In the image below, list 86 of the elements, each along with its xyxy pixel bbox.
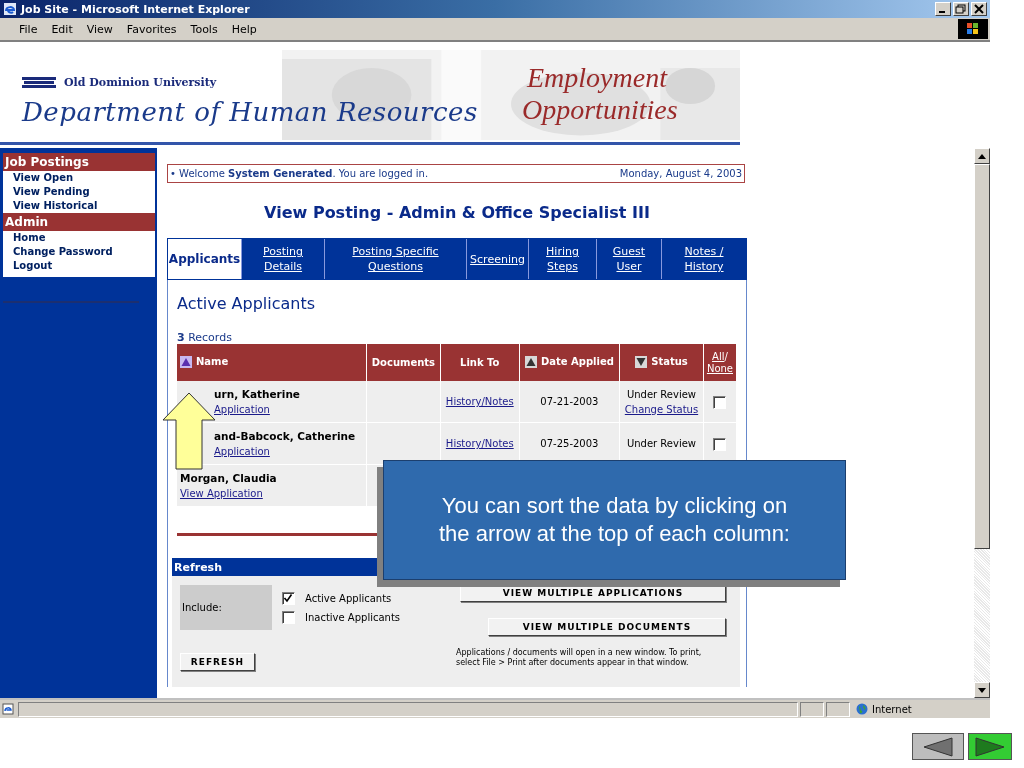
zone-text: Internet xyxy=(872,703,912,715)
column-header[interactable]: Status xyxy=(619,344,704,381)
banner-heading: Employment xyxy=(527,62,669,94)
close-icon xyxy=(972,3,986,15)
windows-logo-icon xyxy=(958,19,988,39)
row-checkbox[interactable] xyxy=(713,437,727,451)
scrollbar[interactable] xyxy=(974,148,990,698)
sort-down-icon[interactable] xyxy=(635,355,648,368)
select-all-link[interactable]: All xyxy=(712,350,725,362)
date-text: Monday, August 4, 2003 xyxy=(619,168,742,179)
next-slide-button[interactable] xyxy=(968,733,1012,760)
sort-up-icon[interactable] xyxy=(524,355,537,368)
globe-icon xyxy=(856,703,868,715)
status-text: Under Review xyxy=(625,437,698,451)
sidebar-link[interactable]: View Pending xyxy=(3,185,155,199)
restore-button[interactable] xyxy=(953,2,969,16)
record-count: 3 Records xyxy=(177,331,233,344)
sidebar-link[interactable]: Home xyxy=(3,231,155,245)
sidebar-link[interactable]: View Historical xyxy=(3,199,155,213)
tab[interactable]: Notes / History xyxy=(661,239,746,279)
sort-up-icon[interactable] xyxy=(180,355,192,368)
column-header[interactable]: Documents xyxy=(366,344,441,381)
tab[interactable]: Hiring Steps xyxy=(528,239,596,279)
restore-icon xyxy=(954,3,968,15)
sidebar-link[interactable]: View Open xyxy=(3,171,155,185)
status-pane xyxy=(800,701,824,717)
minimize-icon xyxy=(939,11,945,13)
menu-item[interactable]: Help xyxy=(224,22,264,36)
down-arrow-icon xyxy=(978,687,986,693)
column-header[interactable]: Link To xyxy=(440,344,520,381)
change-status-link[interactable]: Change Status xyxy=(624,403,699,415)
up-arrow-icon xyxy=(978,153,986,159)
view-application-link[interactable]: Application xyxy=(214,403,270,415)
browser-icon xyxy=(3,2,17,16)
tab[interactable]: Screening xyxy=(466,239,528,279)
menu-item[interactable]: View xyxy=(79,22,120,36)
welcome-text: • Welcome System Generated. You are logged in. xyxy=(170,168,429,179)
page-icon xyxy=(2,703,14,715)
checkbox[interactable] xyxy=(282,611,295,624)
note-text: Applications / documents will open in a new window. To print, select File > Print after documents appear in that window. xyxy=(456,648,703,668)
checkbox[interactable] xyxy=(282,592,295,605)
action-button[interactable]: VIEW MULTIPLE DOCUMENTS xyxy=(488,618,726,636)
sidebar-heading: Admin xyxy=(3,213,155,231)
checkbox-label: Inactive Applicants xyxy=(305,612,401,623)
sidebar-link[interactable]: Change Password xyxy=(3,245,155,259)
sidebar-link[interactable]: Logout xyxy=(3,259,155,273)
scroll-down-button[interactable] xyxy=(974,682,990,698)
menu-item[interactable]: Edit xyxy=(44,22,80,36)
page-title: View Posting - Admin & Office Specialist III xyxy=(263,203,651,222)
tab[interactable]: Posting Details xyxy=(241,239,324,279)
separator-text: / xyxy=(724,350,728,362)
sidebar-heading: Job Postings xyxy=(3,153,155,171)
date-cell: 07-21-2003 xyxy=(540,396,599,407)
scrollbar-thumb[interactable] xyxy=(974,164,990,549)
close-button[interactable] xyxy=(971,2,987,16)
column-header[interactable]: Date Applied xyxy=(519,344,620,381)
include-label: Include: xyxy=(180,585,272,630)
tab[interactable]: Posting Specific Questions xyxy=(324,239,466,279)
department-title: Department of Human Resources xyxy=(22,97,479,127)
row-checkbox[interactable] xyxy=(713,395,727,409)
callout-text: You can sort the data by clicking on the arrow at the top of each column: xyxy=(438,492,791,548)
window-title: Job Site - Microsoft Internet Explorer xyxy=(21,2,251,16)
select-none-link[interactable]: None xyxy=(706,362,733,374)
university-logo-icon xyxy=(22,76,56,89)
refresh-button[interactable]: REFRESH xyxy=(180,653,255,671)
column-header[interactable]: Name xyxy=(177,344,367,381)
status-text: Under Review xyxy=(625,387,698,402)
university-name: Old Dominion University xyxy=(64,76,217,89)
menu-item[interactable]: Favorites xyxy=(119,22,184,36)
section-title: Active Applicants xyxy=(177,294,317,313)
view-application-link[interactable]: Application xyxy=(214,445,270,457)
banner-heading: Opportunities xyxy=(522,94,678,126)
scroll-up-button[interactable] xyxy=(974,148,990,164)
tab[interactable]: Guest User xyxy=(596,239,661,279)
applicant-name: and-Babcock, Catherine xyxy=(214,428,357,444)
date-cell: 07-25-2003 xyxy=(540,438,599,449)
applicant-name: urn, Katherine xyxy=(214,386,301,402)
menu-item[interactable]: File xyxy=(12,22,45,36)
refresh-heading: Refresh xyxy=(174,560,222,574)
previous-slide-button[interactable] xyxy=(912,733,964,760)
status-pane xyxy=(826,701,850,717)
applicant-name: Morgan, Claudia xyxy=(180,470,278,486)
menu-item[interactable]: Tools xyxy=(183,22,225,36)
checkbox-label: Active Applicants xyxy=(305,593,392,604)
minimize-button[interactable] xyxy=(935,2,951,16)
view-application-link[interactable]: View Application xyxy=(180,487,263,499)
